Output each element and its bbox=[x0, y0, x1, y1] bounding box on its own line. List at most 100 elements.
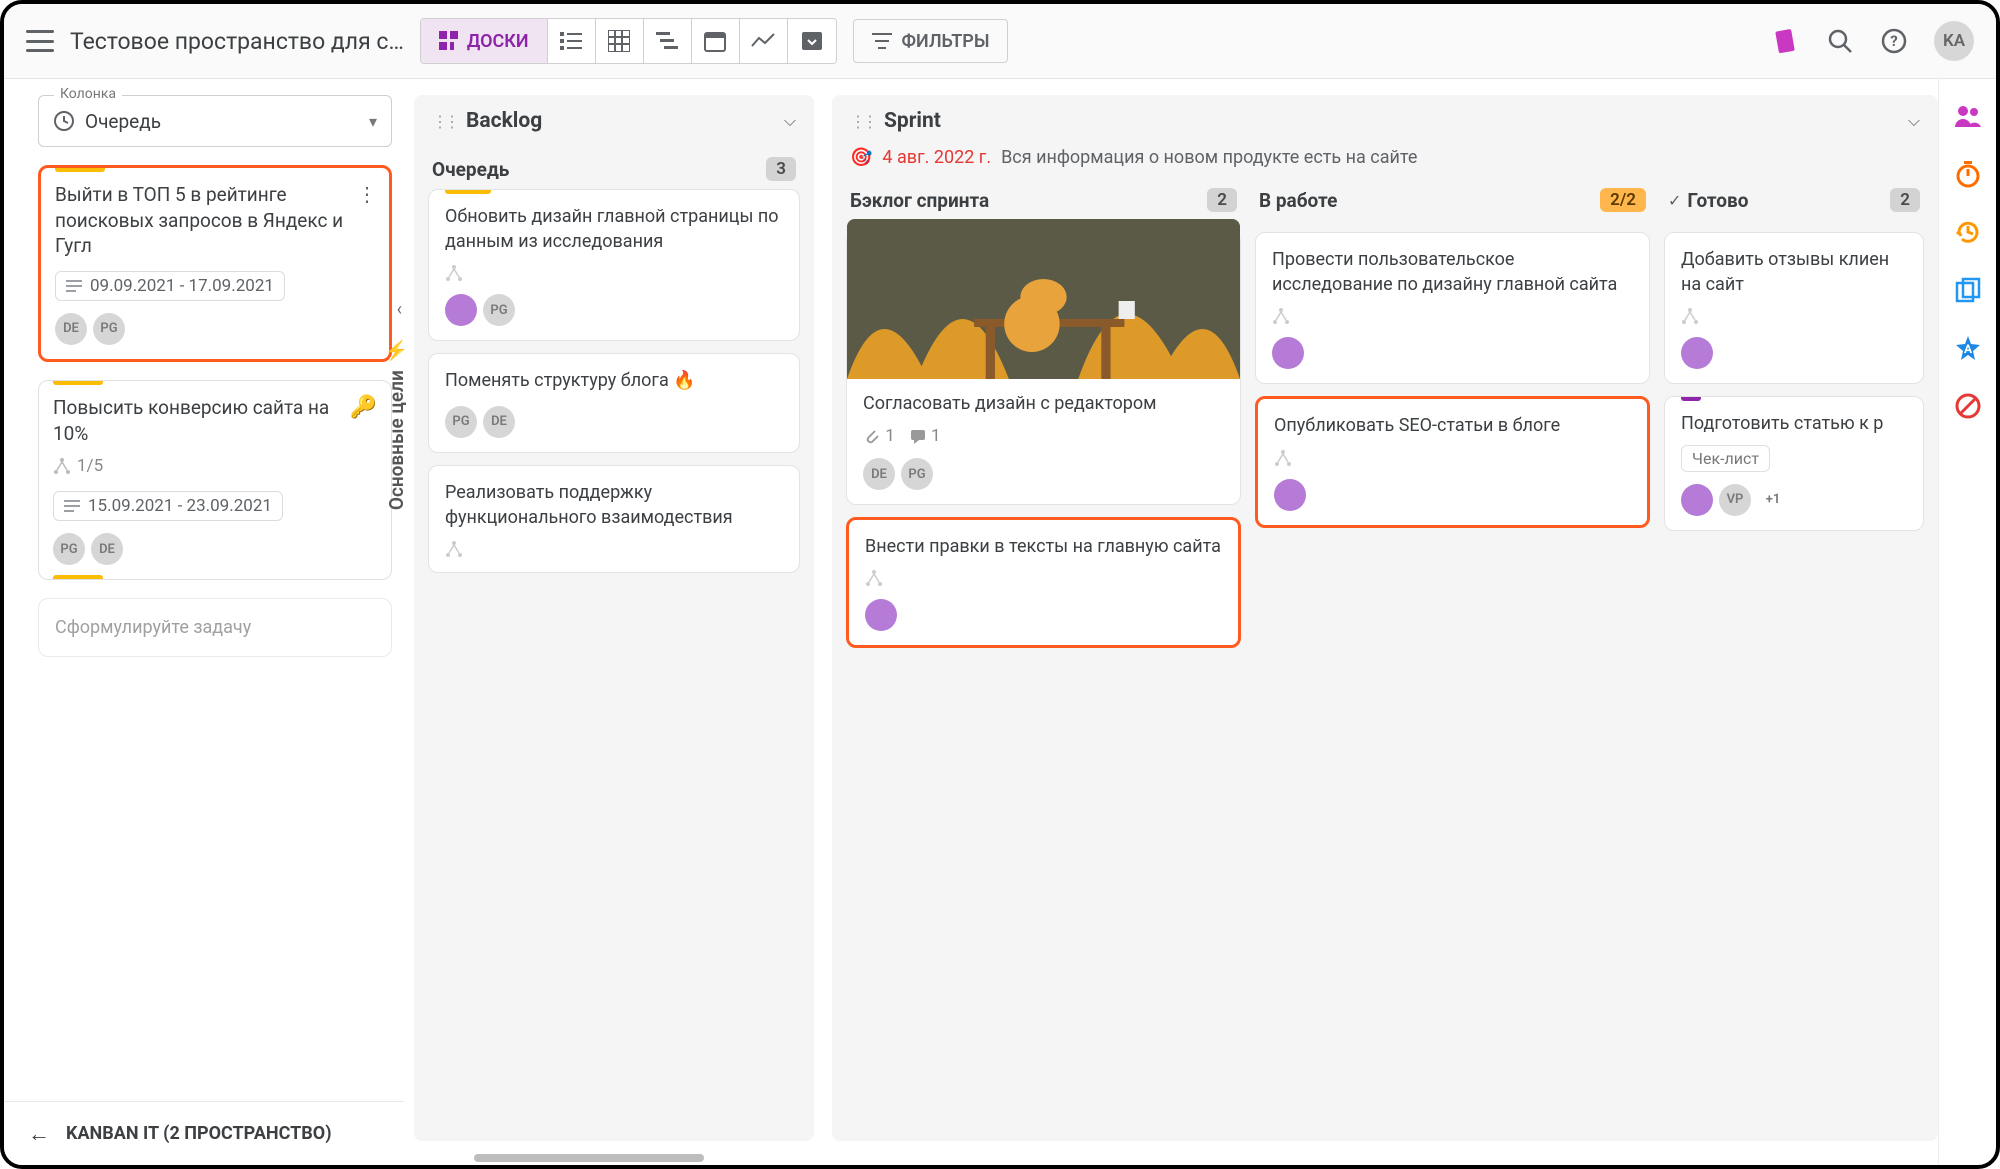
text-icon bbox=[66, 280, 82, 292]
checklist-chip: Чек-лист bbox=[1681, 445, 1770, 472]
column-selector-label: Колонка bbox=[54, 86, 122, 102]
lane-name: В работе bbox=[1259, 189, 1337, 212]
space-title[interactable]: Тестовое пространство для с… bbox=[70, 28, 404, 55]
card-title: Провести пользовательское исследование п… bbox=[1272, 247, 1633, 297]
task-card[interactable]: Внести правки в тексты на главную сайта bbox=[846, 517, 1241, 648]
view-list[interactable] bbox=[548, 19, 596, 63]
grip-icon[interactable]: ⋮⋮ bbox=[432, 112, 456, 131]
collapse-icon[interactable]: ⌵ bbox=[784, 111, 796, 131]
subtasks-icon bbox=[1274, 449, 1631, 467]
card-stripe bbox=[1681, 397, 1701, 401]
view-boards[interactable]: ДОСКИ bbox=[421, 19, 548, 63]
goal-card[interactable]: Повысить конверсию сайта на 10% 🔑 1/5 15… bbox=[38, 380, 392, 580]
goal-title: Выйти в ТОП 5 в рейтинге поисковых запро… bbox=[55, 182, 373, 259]
avatar: DE bbox=[55, 313, 87, 345]
collapse-icon[interactable]: ⌵ bbox=[1908, 111, 1920, 131]
date-chip: 09.09.2021 - 17.09.2021 bbox=[55, 271, 285, 301]
avatar: DE bbox=[483, 406, 515, 438]
panel-title: Backlog bbox=[466, 109, 542, 133]
avatar bbox=[1681, 484, 1713, 516]
compose-input[interactable]: Сформулируйте задачу bbox=[38, 598, 392, 657]
boards-area: ⋮⋮ Backlog ⌵ Очередь 3 Обновить дизайн г… bbox=[404, 79, 1938, 1165]
bolt-icon: ⚡ bbox=[385, 339, 408, 362]
subtasks-icon bbox=[1681, 307, 1907, 325]
filter-icon bbox=[872, 33, 892, 49]
scrollbar[interactable] bbox=[474, 1154, 704, 1162]
check-icon: ✓ bbox=[1668, 191, 1681, 210]
timer-icon[interactable] bbox=[1953, 159, 1983, 189]
chevron-down-icon: ▾ bbox=[369, 112, 377, 131]
subtasks-icon bbox=[1272, 307, 1633, 325]
avatar: DE bbox=[91, 533, 123, 565]
sprint-lane: Бэклог спринта 2 bbox=[846, 178, 1241, 1141]
view-archive[interactable] bbox=[788, 19, 836, 63]
avatar: VP bbox=[1719, 484, 1751, 516]
whats-new-icon[interactable] bbox=[1772, 27, 1800, 55]
subtasks-icon bbox=[53, 457, 71, 475]
goals-tab[interactable]: Основные цели⚡ bbox=[385, 339, 408, 510]
card-title: Реализовать поддержку функционального вз… bbox=[445, 480, 783, 530]
card-title: Добавить отзывы клиен на сайт bbox=[1681, 247, 1907, 297]
view-timeline[interactable] bbox=[644, 19, 692, 63]
backlog-panel: ⋮⋮ Backlog ⌵ Очередь 3 Обновить дизайн г… bbox=[414, 95, 814, 1141]
search-icon[interactable] bbox=[1826, 27, 1854, 55]
key-icon: 🔑 bbox=[350, 395, 377, 420]
members-icon[interactable] bbox=[1953, 101, 1983, 131]
subtasks-icon bbox=[865, 569, 1222, 587]
boards-icon bbox=[439, 31, 459, 51]
help-icon[interactable]: ? bbox=[1880, 27, 1908, 55]
grip-icon[interactable]: ⋮⋮ bbox=[850, 112, 874, 131]
task-card[interactable]: Обновить дизайн главной страницы по данн… bbox=[428, 189, 800, 341]
column-name: Очередь bbox=[432, 158, 509, 181]
block-icon[interactable] bbox=[1953, 391, 1983, 421]
task-card[interactable]: Добавить отзывы клиен на сайт bbox=[1664, 232, 1924, 384]
history-icon[interactable] bbox=[1953, 217, 1983, 247]
goal-card[interactable]: Выйти в ТОП 5 в рейтинге поисковых запро… bbox=[38, 165, 392, 362]
archive-icon bbox=[801, 31, 823, 51]
collapse-sidebar-icon[interactable]: ‹ bbox=[397, 299, 402, 320]
avatar: PG bbox=[93, 313, 125, 345]
card-stripe bbox=[55, 168, 105, 172]
user-avatar[interactable]: KA bbox=[1934, 21, 1974, 61]
text-icon bbox=[64, 500, 80, 512]
svg-text:?: ? bbox=[1890, 32, 1897, 50]
task-card[interactable]: Поменять структуру блога 🔥 PG DE bbox=[428, 353, 800, 452]
column-selector[interactable]: Колонка Очередь ▾ bbox=[38, 95, 392, 147]
filters-button[interactable]: ФИЛЬТРЫ bbox=[853, 19, 1009, 63]
avatar bbox=[1681, 337, 1713, 369]
card-image bbox=[847, 219, 1240, 379]
task-card[interactable]: Подготовить статью к р Чек-лист VP +1 bbox=[1664, 396, 1924, 530]
count-badge: 3 bbox=[766, 157, 796, 181]
task-card[interactable]: Согласовать дизайн с редактором 1 1 bbox=[846, 232, 1241, 505]
task-card[interactable]: Опубликовать SEO-статьи в блоге bbox=[1255, 396, 1650, 527]
footer-breadcrumb[interactable]: ← KANBAN IT (2 ПРОСТРАНСТВО) bbox=[4, 1101, 404, 1165]
comment-icon: 1 bbox=[909, 426, 941, 446]
count-badge: 2 bbox=[1207, 188, 1237, 212]
menu-icon[interactable] bbox=[26, 30, 54, 52]
card-stripe-bottom bbox=[53, 575, 103, 579]
lane-name: Бэклог спринта bbox=[850, 189, 989, 212]
more-icon[interactable]: ⋮ bbox=[357, 182, 377, 206]
card-title: Опубликовать SEO-статьи в блоге bbox=[1274, 413, 1631, 438]
chart-icon bbox=[751, 32, 775, 50]
timeline-icon bbox=[656, 32, 678, 50]
subtasks-icon bbox=[445, 540, 783, 558]
date-chip: 15.09.2021 - 23.09.2021 bbox=[53, 491, 283, 521]
sidebar: Колонка Очередь ▾ Выйти в ТОП 5 в рейтин… bbox=[4, 79, 404, 1165]
task-card[interactable]: Реализовать поддержку функционального вз… bbox=[428, 465, 800, 573]
topbar: Тестовое пространство для с… ДОСКИ bbox=[4, 4, 1996, 79]
view-grid[interactable] bbox=[596, 19, 644, 63]
subtasks-icon bbox=[445, 264, 783, 282]
goal-title: Повысить конверсию сайта на 10% bbox=[53, 395, 375, 446]
copy-icon[interactable] bbox=[1953, 275, 1983, 305]
subtasks-chip: 1/5 bbox=[53, 456, 103, 476]
card-title: Поменять структуру блога 🔥 bbox=[445, 368, 783, 393]
task-card[interactable]: Провести пользовательское исследование п… bbox=[1255, 232, 1650, 384]
view-calendar[interactable] bbox=[692, 19, 740, 63]
avatar-more: +1 bbox=[1757, 484, 1789, 516]
view-chart[interactable] bbox=[740, 19, 788, 63]
card-title: Обновить дизайн главной страницы по данн… bbox=[445, 204, 783, 254]
card-stripe bbox=[445, 190, 491, 194]
grid-icon bbox=[608, 30, 630, 52]
automation-icon[interactable]: A bbox=[1953, 333, 1983, 363]
